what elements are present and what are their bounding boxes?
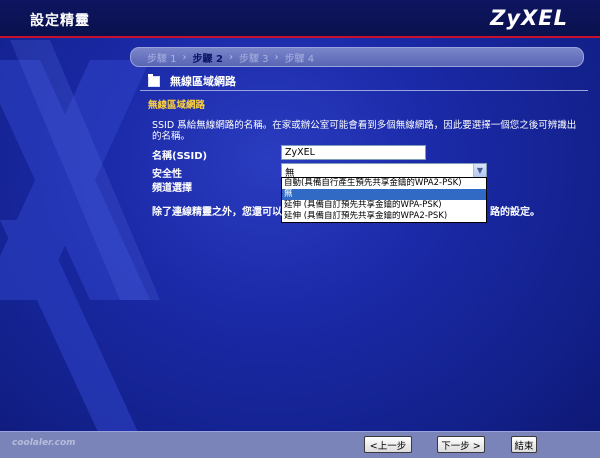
step-separator: ›: [229, 51, 233, 63]
security-select[interactable]: 無 ▼: [281, 163, 487, 179]
step-separator: ›: [274, 51, 279, 63]
security-option-none[interactable]: 無: [282, 189, 486, 200]
step-3: 步驟 3: [239, 53, 269, 65]
step-1: 步驟 1: [147, 53, 177, 65]
footer-bar: [0, 431, 600, 458]
channel-label: 頻道選擇: [152, 183, 192, 194]
zyxel-logo: ZyXEL: [490, 6, 568, 30]
chevron-down-icon[interactable]: ▼: [473, 164, 486, 177]
background-x-decoration: [0, 40, 160, 458]
note-text-start: 除了連線精靈之外，您還可以: [152, 207, 282, 218]
security-label: 安全性: [152, 169, 182, 180]
section-header: 無線區域網路: [148, 73, 236, 89]
next-button[interactable]: 下一步 >: [437, 436, 485, 453]
section-subtitle: 無線區域網路: [148, 100, 206, 111]
app-title: 設定精靈: [30, 13, 90, 29]
security-option-auto-wpa2[interactable]: 自動(具備自行產生預先共享金鑰的WPA2-PSK): [282, 178, 486, 189]
folder-icon: [148, 73, 160, 87]
ssid-input[interactable]: [281, 145, 426, 160]
note-text-end: 路的設定。: [490, 207, 540, 218]
ssid-label: 名稱(SSID): [152, 151, 208, 162]
step-2: 步驟 2: [192, 53, 223, 65]
footer-divider: [0, 431, 600, 432]
divider: [140, 90, 588, 91]
step-4: 步驟 4: [284, 53, 315, 65]
security-option-wpa-psk[interactable]: 延伸 (具備自訂預先共享金鑰的WPA-PSK): [282, 200, 486, 211]
back-button[interactable]: <上一步: [364, 436, 412, 453]
watermark: coolaler.com: [12, 438, 76, 448]
finish-button[interactable]: 結束: [511, 436, 537, 453]
security-option-wpa2-psk[interactable]: 延伸 (具備自訂預先共享金鑰的WPA2-PSK): [282, 211, 486, 222]
ssid-description: SSID 爲給無線網路的名稱。在家或辦公室可能會看到多個無線網路，因此要選擇一個…: [152, 120, 577, 142]
title-bar: 設定精靈 ZyXEL: [0, 0, 600, 38]
section-title: 無線區域網路: [170, 75, 236, 88]
security-dropdown-list: 自動(具備自行產生預先共享金鑰的WPA2-PSK) 無 延伸 (具備自訂預先共享…: [281, 177, 487, 223]
step-separator: ›: [182, 51, 187, 63]
wizard-window: 設定精靈 ZyXEL 步驟 1 › 步驟 2 › 步驟 3 › 步驟 4 無線區…: [0, 0, 600, 458]
step-indicator: 步驟 1 › 步驟 2 › 步驟 3 › 步驟 4: [130, 47, 584, 67]
